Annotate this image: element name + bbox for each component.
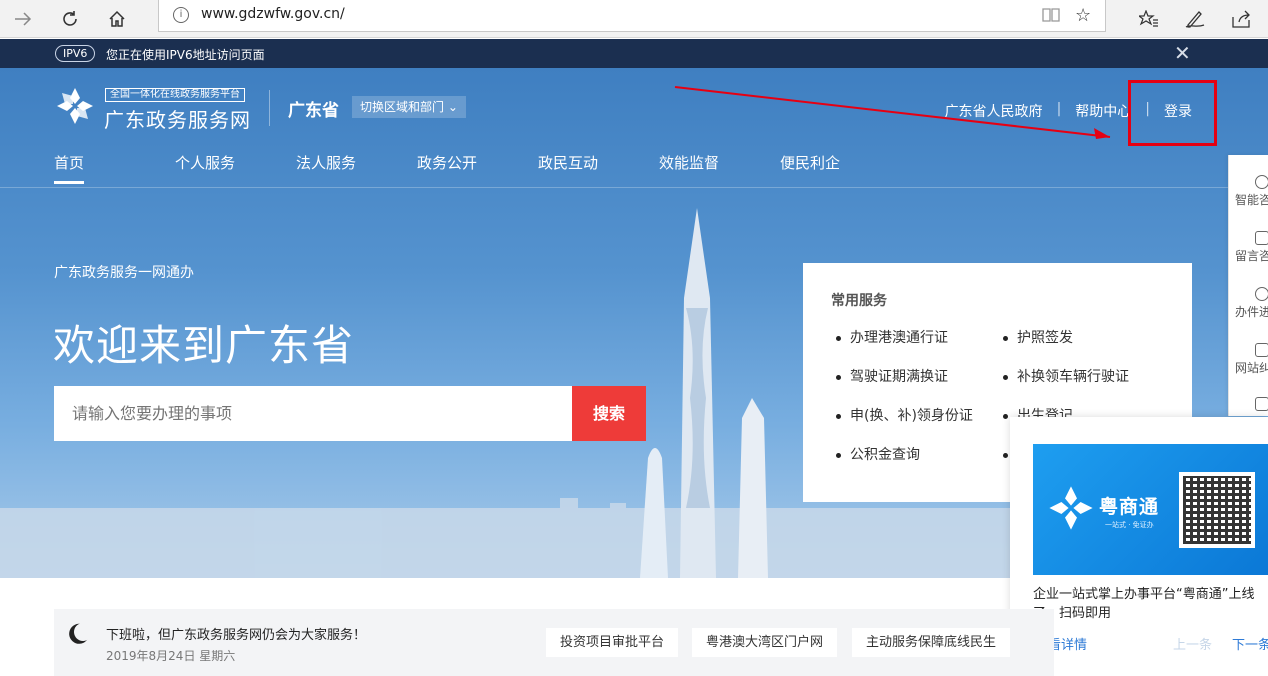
annotation-arrow — [674, 86, 1111, 139]
service-item[interactable]: 护照签发 — [1000, 328, 1170, 348]
qr-code-image — [1179, 472, 1255, 548]
sidebar-progress[interactable]: 办件进 — [1235, 287, 1268, 320]
favorite-star-icon[interactable]: ☆ — [1075, 5, 1091, 26]
login-highlight-box — [1128, 80, 1217, 146]
home-icon[interactable] — [104, 6, 130, 32]
sidebar-smart-consult[interactable]: 智能咨 — [1235, 175, 1268, 208]
header-divider — [0, 187, 1268, 188]
nav-home[interactable]: 首页 — [54, 152, 175, 184]
search-button[interactable]: 搜索 — [572, 386, 646, 441]
switch-region-dropdown[interactable]: 切换区域和部门 ⌄ — [352, 96, 466, 118]
reading-view-icon[interactable] — [1042, 7, 1060, 27]
services-title: 常用服务 — [831, 293, 887, 309]
logo-divider — [269, 90, 270, 126]
sidebar-more[interactable] — [1235, 397, 1268, 413]
forward-icon[interactable] — [10, 6, 36, 32]
yueshangtong-logo-icon — [1049, 486, 1093, 530]
service-item[interactable]: 申(换、补)领身份证 — [833, 406, 1000, 426]
nav-convenience[interactable]: 便民利企 — [780, 152, 901, 173]
moon-icon — [71, 620, 94, 643]
greater-bay-area-button[interactable]: 粤港澳大湾区门户网 — [692, 628, 838, 657]
info-icon[interactable]: i — [173, 7, 189, 23]
logo-title[interactable]: 广东政务服务网 — [104, 104, 251, 133]
sidebar-label: 智能咨 — [1235, 193, 1268, 207]
ipv6-tag: IPV6 — [55, 45, 96, 62]
address-url[interactable]: www.gdzwfw.gov.cn/ — [201, 6, 345, 22]
hero-welcome-title: 欢迎来到广东省 — [53, 321, 355, 370]
search-input[interactable] — [54, 386, 572, 441]
sidebar-label: 网站纠 — [1235, 361, 1268, 375]
headset-icon — [1255, 175, 1268, 189]
brand-name: 粤商通 — [1099, 496, 1160, 518]
region-label: 广东省 — [288, 101, 339, 121]
sidebar-error-report[interactable]: 网站纠 — [1235, 343, 1268, 376]
message-icon — [1255, 231, 1268, 245]
livelihood-service-button[interactable]: 主动服务保障底线民生 — [852, 628, 1011, 657]
ipv6-notice-bar: IPV6 您正在使用IPV6地址访问页面 ✕ — [0, 39, 1268, 68]
nav-supervision[interactable]: 效能监督 — [659, 152, 780, 173]
search-box — [54, 386, 572, 441]
nav-personal[interactable]: 个人服务 — [175, 152, 296, 173]
refresh-icon[interactable] — [57, 6, 83, 32]
browser-toolbar: i www.gdzwfw.gov.cn/ ☆ — [0, 0, 1268, 38]
service-item[interactable]: 驾驶证期满换证 — [833, 367, 1000, 387]
service-item[interactable]: 办理港澳通行证 — [833, 328, 1000, 348]
chat-icon — [1255, 397, 1268, 411]
right-sidebar: 智能咨 留言咨 办件进 网站纠 — [1228, 155, 1268, 416]
ipv6-message: 您正在使用IPV6地址访问页面 — [106, 48, 265, 62]
popup-description: 企业一站式掌上办事平台“粤商通”上线了，扫码即用 — [1033, 587, 1255, 621]
service-item[interactable]: 公积金查询 — [833, 445, 1000, 465]
yueshangtong-banner[interactable]: 粤商通 一站式 · 免证办 — [1033, 444, 1268, 575]
hero-slogan: 广东政务服务一网通办 — [54, 265, 194, 281]
sidebar-label: 办件进 — [1235, 305, 1268, 319]
share-icon[interactable] — [1228, 6, 1254, 32]
pen-icon[interactable] — [1182, 6, 1208, 32]
notice-bar: 下班啦，但广东政务服务网仍会为大家服务！ 2019年8月24日 星期六 投资项目… — [54, 609, 1054, 676]
nav-interaction[interactable]: 政民互动 — [538, 152, 659, 173]
notice-date: 2019年8月24日 星期六 — [106, 649, 236, 663]
close-icon[interactable]: ✕ — [1174, 41, 1191, 65]
brand-tagline: 一站式 · 免证办 — [1105, 521, 1154, 529]
nav-corporate[interactable]: 法人服务 — [296, 152, 417, 173]
favorites-list-icon[interactable] — [1136, 6, 1162, 32]
next-button[interactable]: 下一条 — [1232, 634, 1268, 653]
notice-text: 下班啦，但广东政务服务网仍会为大家服务！ — [106, 628, 367, 643]
sidebar-message-consult[interactable]: 留言咨 — [1235, 231, 1268, 264]
logo-subtitle: 全国一体化在线政务服务平台 — [105, 88, 245, 102]
address-bar[interactable]: i www.gdzwfw.gov.cn/ ☆ — [158, 0, 1106, 32]
investment-platform-button[interactable]: 投资项目审批平台 — [546, 628, 679, 657]
sidebar-label: 留言咨 — [1235, 249, 1268, 263]
nav-gov-open[interactable]: 政务公开 — [417, 152, 538, 173]
clipboard-icon — [1255, 343, 1268, 357]
logo-icon[interactable] — [55, 86, 95, 126]
prev-button[interactable]: 上一条 — [1173, 634, 1212, 653]
service-item[interactable]: 补换领车辆行驶证 — [1000, 367, 1170, 387]
clock-icon — [1255, 287, 1268, 301]
main-nav: 首页 个人服务 法人服务 政务公开 政民互动 效能监督 便民利企 — [54, 152, 901, 184]
